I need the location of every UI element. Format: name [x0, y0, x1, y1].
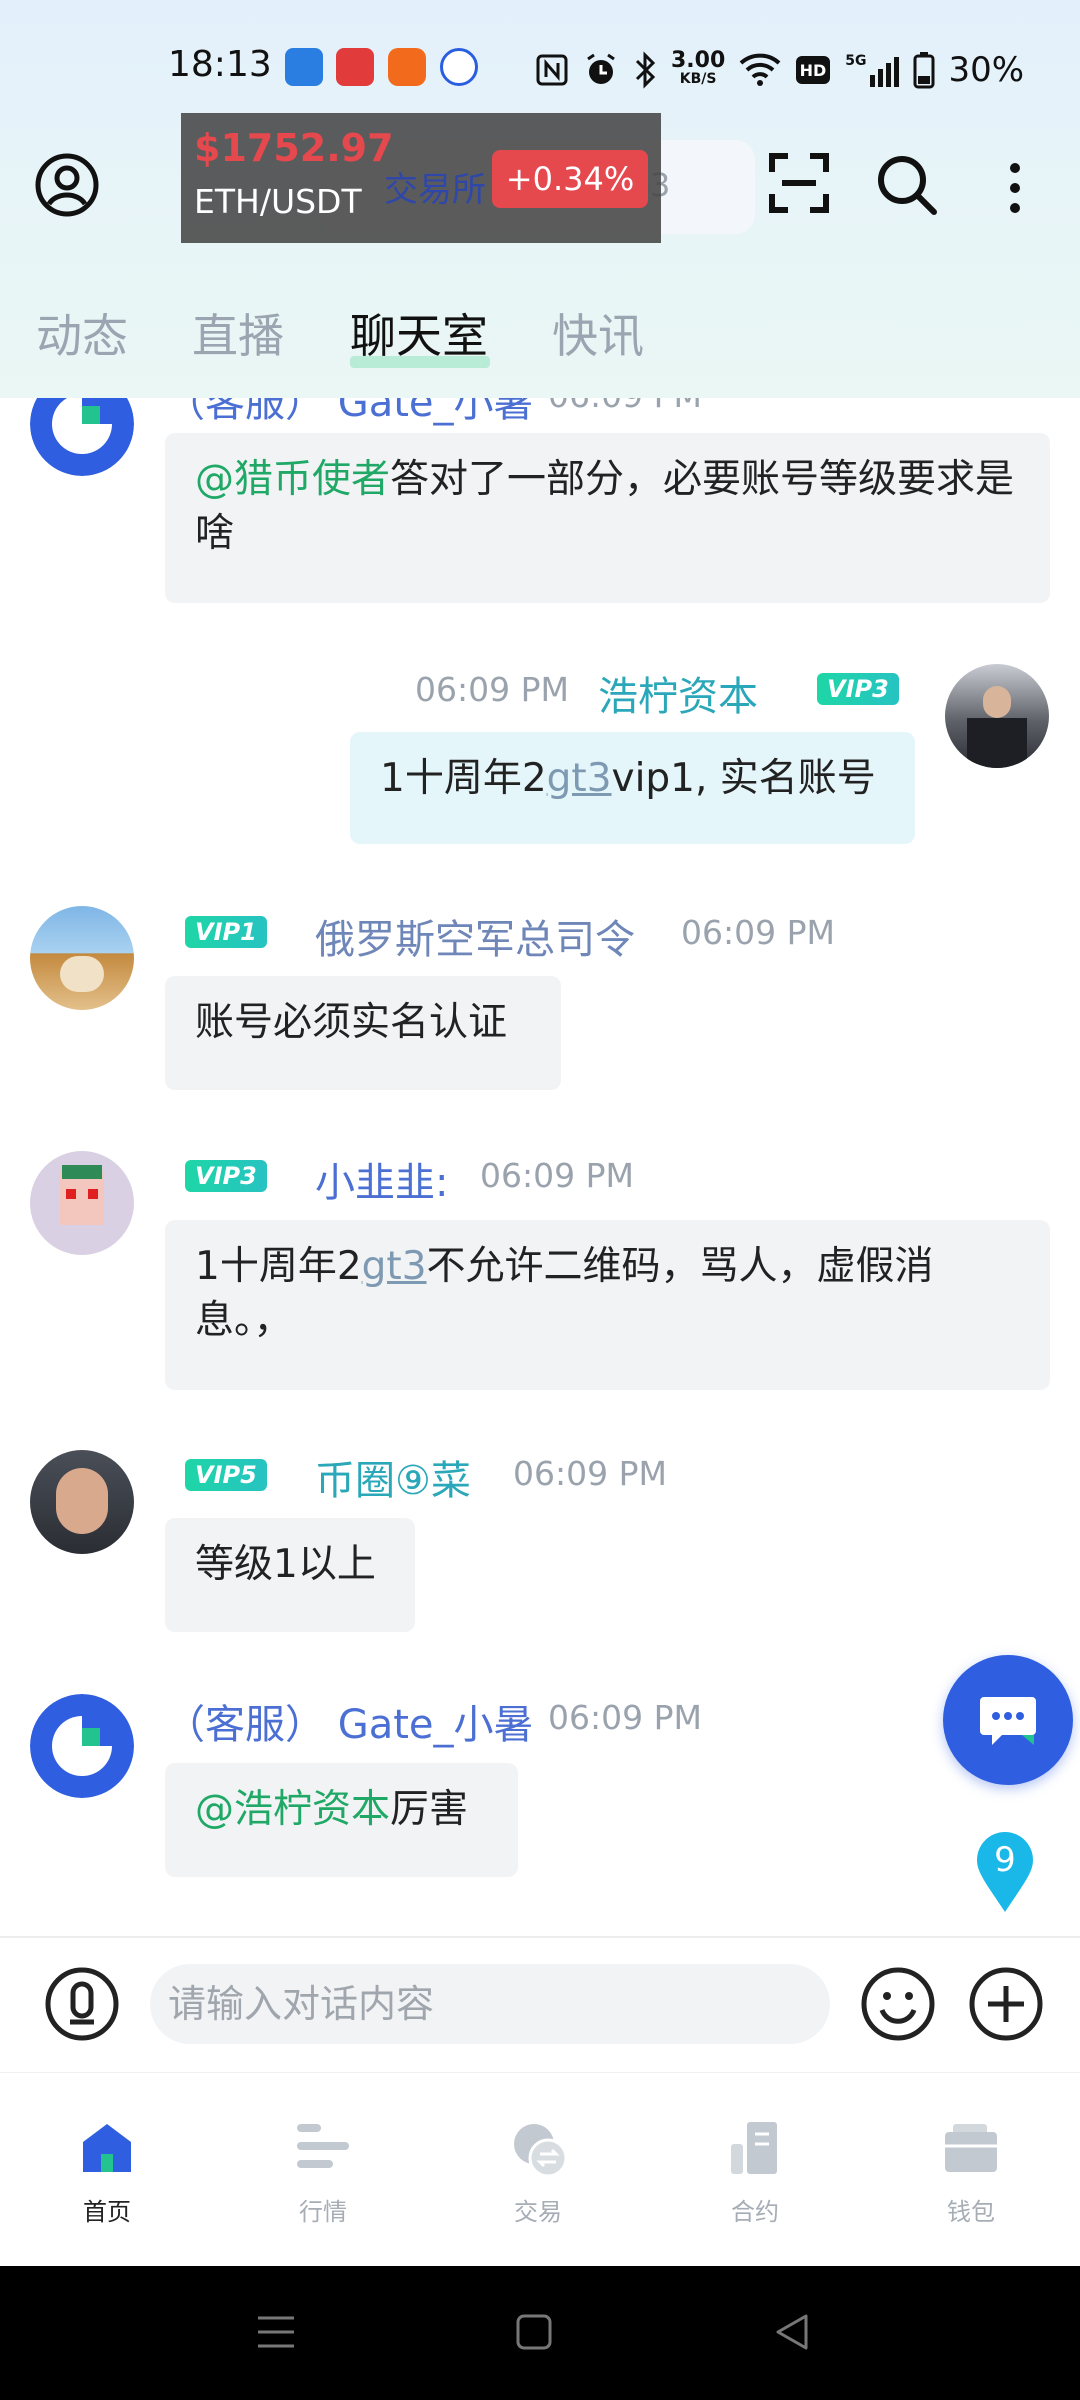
status-time: 18:13: [168, 44, 272, 85]
scan-icon[interactable]: [768, 152, 830, 214]
plus-icon[interactable]: [968, 1966, 1044, 2042]
bluetooth-icon: [635, 51, 656, 89]
menu-icon[interactable]: [256, 2314, 296, 2350]
exchange-label[interactable]: 交易所: [384, 162, 486, 211]
more-options-icon[interactable]: [1000, 158, 1030, 218]
mention-link[interactable]: @猎币使者: [195, 457, 390, 502]
message-username: 小韭韭:: [315, 1160, 449, 1206]
search-icon[interactable]: [874, 152, 938, 216]
chat-list[interactable]: （客服） Gate_小暑 06:09 PM @猎币使者答对了一部分，必要账号等级…: [0, 398, 1080, 1936]
message-bubble: 等级1以上: [165, 1518, 415, 1632]
message-username: 浩柠资本: [598, 674, 758, 720]
message-time: 06:09 PM: [480, 1156, 634, 1195]
trade-icon: [514, 2124, 568, 2178]
trading-pair: ETH/USDT: [194, 182, 362, 221]
alarm-icon: [587, 53, 615, 84]
inline-link[interactable]: gt3: [362, 1244, 427, 1289]
system-nav-bar: [0, 2266, 1080, 2400]
nav-home[interactable]: 首页: [42, 2120, 172, 2230]
wallet-icon: [945, 2124, 997, 2172]
message-bubble: 1十周年2gt3不允许二维码，骂人，虚假消息。，: [165, 1220, 1050, 1390]
nav-market[interactable]: 行情: [258, 2120, 388, 2230]
home-nav-icon[interactable]: [514, 2312, 554, 2352]
message-username: 币圈⑨菜: [315, 1458, 471, 1504]
emoji-icon[interactable]: [860, 1966, 936, 2042]
inline-link[interactable]: gt3: [547, 756, 612, 801]
price-change-badge: +0.34%: [492, 150, 648, 208]
signal-bar: [877, 69, 883, 87]
message-username: （客服） Gate_小暑: [165, 398, 534, 426]
app-notification-icon: [285, 48, 323, 86]
user-avatar[interactable]: [30, 1151, 134, 1255]
message-username: 俄罗斯空军总司令: [315, 917, 635, 963]
tab-chatroom[interactable]: 聊天室: [350, 300, 488, 366]
network-speed: 3.00 KB/S: [671, 48, 726, 88]
price-value: $1752.97: [194, 126, 394, 170]
back-icon[interactable]: [772, 2312, 812, 2352]
news-app-icon: [336, 48, 374, 86]
battery-percent: 30%: [948, 50, 1025, 90]
message-time: 06:09 PM: [548, 398, 702, 415]
message-bubble: @猎币使者答对了一部分，必要账号等级要求是啥: [165, 433, 1050, 603]
app-notification-icon: [388, 48, 426, 86]
user-avatar[interactable]: [945, 664, 1049, 768]
signal-indicator: 5G: [845, 53, 899, 87]
nfc-icon: [536, 54, 568, 86]
vip-badge: VIP3: [817, 673, 899, 705]
status-icons: 3.00 KB/S HD 5G 30%: [535, 42, 1024, 98]
hd-icon: HD: [796, 56, 831, 84]
vip-badge: VIP3: [185, 1160, 267, 1192]
gate-avatar[interactable]: [30, 398, 134, 476]
message-time: 06:09 PM: [548, 1698, 702, 1737]
market-icon: [297, 2124, 349, 2168]
message-time: 06:09 PM: [513, 1454, 667, 1493]
vip-badge: VIP5: [185, 1459, 267, 1491]
message-time: 06:09 PM: [681, 913, 835, 952]
home-icon: [83, 2124, 131, 2172]
baidu-app-icon: [440, 48, 478, 86]
wifi-icon: [739, 53, 781, 86]
profile-icon[interactable]: [34, 152, 100, 218]
battery-icon: [913, 52, 935, 89]
vip-badge: VIP1: [185, 916, 267, 948]
svg-text:HD: HD: [800, 61, 827, 80]
chat-float-button[interactable]: [943, 1655, 1073, 1785]
message-bubble: 账号必须实名认证: [165, 976, 561, 1090]
message-icon: [980, 1697, 1036, 1745]
message-bubble: @浩柠资本厉害: [165, 1763, 518, 1877]
tab-feed[interactable]: 动态: [36, 300, 128, 366]
tab-live[interactable]: 直播: [192, 300, 284, 366]
voice-icon[interactable]: [44, 1966, 120, 2042]
mention-link[interactable]: @浩柠资本: [195, 1787, 390, 1832]
unread-count: 9: [994, 1840, 1016, 1880]
nav-trade[interactable]: 交易: [473, 2120, 603, 2230]
message-time: 06:09 PM: [415, 670, 569, 709]
signal-bar: [869, 75, 875, 87]
message-username: （客服） Gate_小暑: [165, 1702, 534, 1748]
nav-futures[interactable]: 合约: [690, 2120, 820, 2230]
gate-avatar[interactable]: [30, 1694, 134, 1798]
tab-flash-news[interactable]: 快讯: [552, 300, 644, 366]
nav-wallet[interactable]: 钱包: [906, 2120, 1036, 2230]
user-avatar[interactable]: [30, 1450, 134, 1554]
message-bubble: 1十周年2gt3vip1, 实名账号: [350, 732, 915, 844]
signal-bar: [885, 63, 891, 87]
signal-bar: [893, 57, 899, 87]
chat-input[interactable]: [150, 1964, 830, 2044]
user-avatar[interactable]: [30, 906, 134, 1010]
futures-icon: [731, 2122, 777, 2174]
